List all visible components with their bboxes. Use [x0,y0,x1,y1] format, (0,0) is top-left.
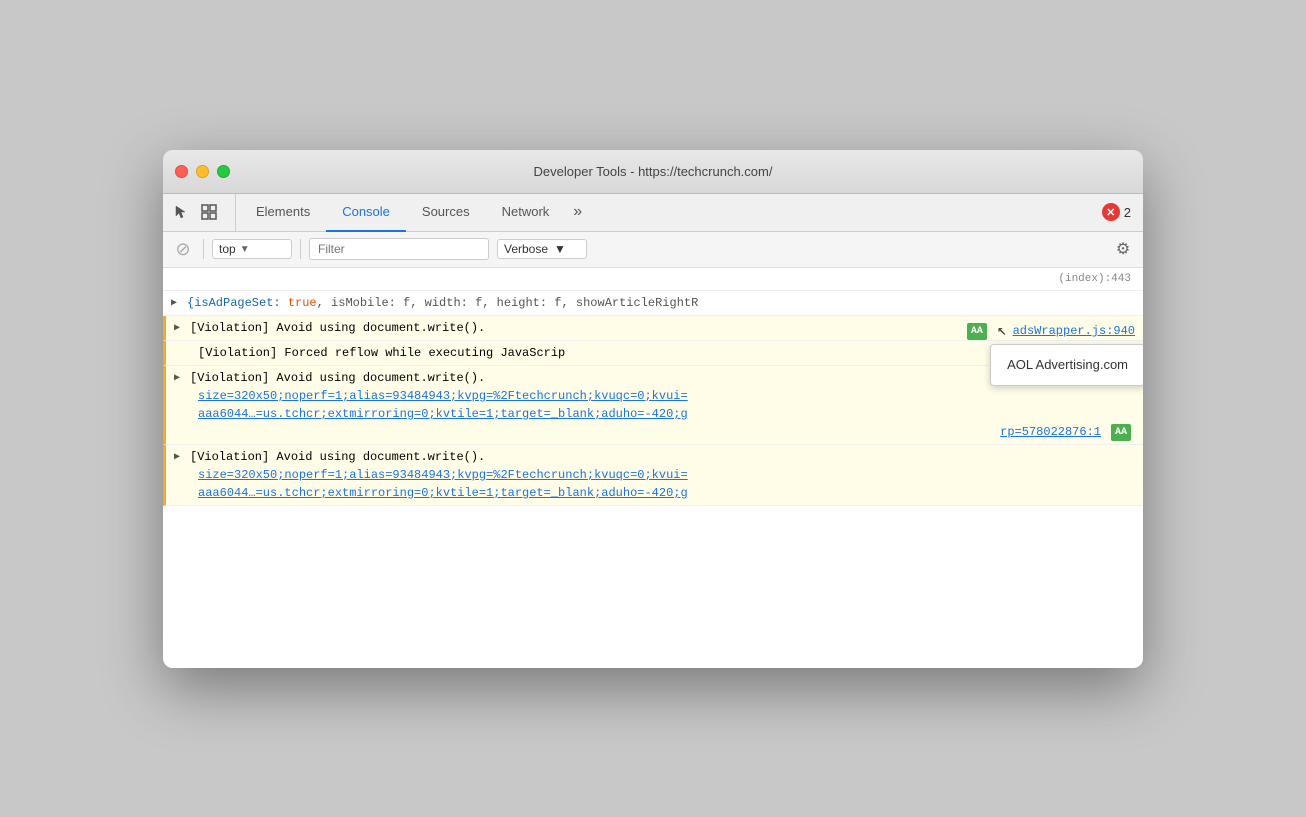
violation-line-1: ▶ [Violation] Avoid using document.write… [163,316,1143,341]
aa-badge-2: AA [1111,424,1131,441]
index-line: (index):443 [163,268,1143,292]
violation-line-4: ▶ [Violation] Avoid using document.write… [163,445,1143,506]
key-isAdPageSet: {isAdPageSet: [187,296,288,310]
error-badge: ✕ 2 [1102,203,1131,221]
maximize-button[interactable] [217,165,230,178]
violation3-url2[interactable]: aaa6044…=us.tchcr;extmirroring=0;kvtile=… [190,407,688,421]
stop-button[interactable]: ⊘ [171,237,195,261]
tooltip-container: adsWrapper.js:940 AOL Advertising.com [1013,322,1135,340]
devtools-window: Developer Tools - https://techcrunch.com… [163,150,1143,668]
context-select[interactable]: top ▼ [212,239,292,259]
toolbar-icons [171,194,236,231]
expand-arrow-1[interactable]: ▶ [171,296,177,311]
cursor-icon[interactable] [171,202,191,222]
tab-sources[interactable]: Sources [406,194,486,232]
violation-text-2: [Violation] Forced reflow while executin… [190,346,565,360]
expand-arrow-4[interactable]: ▶ [174,450,180,465]
console-toolbar: ⊘ top ▼ Verbose ▼ ⚙ [163,232,1143,268]
console-content: (index):443 ▶ {isAdPageSet: true, isMobi… [163,268,1143,668]
tabbar-right: ✕ 2 [1102,194,1143,231]
aa-badge-1: AA [967,323,987,340]
verbose-arrow-icon: ▼ [554,242,566,256]
divider [203,239,204,259]
rest-1: , isMobile: f, width: f, height: f, show… [317,296,699,310]
violation-text-4: [Violation] Avoid using document.write()… [190,450,485,464]
filter-input[interactable] [309,238,489,260]
tabbar: Elements Console Sources Network » ✕ 2 [163,194,1143,232]
tab-network[interactable]: Network [486,194,566,232]
error-count: 2 [1124,205,1131,220]
traffic-lights [175,165,230,178]
more-tabs-button[interactable]: » [565,194,590,231]
val-true: true [288,296,317,310]
settings-button[interactable]: ⚙ [1111,237,1135,261]
violation3-url1[interactable]: size=320x50;noperf=1;alias=93484943;kvpg… [190,389,688,403]
log-line-1: ▶ {isAdPageSet: true, isMobile: f, width… [163,291,1143,316]
error-icon: ✕ [1102,203,1120,221]
violation4-url1[interactable]: size=320x50;noperf=1;alias=93484943;kvpg… [190,468,688,482]
expand-arrow-3[interactable]: ▶ [174,371,180,386]
titlebar: Developer Tools - https://techcrunch.com… [163,150,1143,194]
context-arrow-icon: ▼ [240,244,250,255]
violation-text-3: [Violation] Avoid using document.write()… [190,371,485,385]
tab-console[interactable]: Console [326,194,406,232]
violation1-ref[interactable]: adsWrapper.js:940 [1013,324,1135,338]
divider2 [300,239,301,259]
violation3-ref[interactable]: rp=578022876:1 [1000,423,1101,441]
violation-text-1: [Violation] Avoid using document.write()… [190,321,485,335]
tooltip-popup: AOL Advertising.com [990,344,1143,386]
inspect-icon[interactable] [199,202,219,222]
cursor-pointer: ↖ [997,319,1007,343]
expand-arrow-2[interactable]: ▶ [174,321,180,336]
violation4-url2[interactable]: aaa6044…=us.tchcr;extmirroring=0;kvtile=… [190,486,688,500]
window-title: Developer Tools - https://techcrunch.com… [534,164,773,179]
minimize-button[interactable] [196,165,209,178]
tab-elements[interactable]: Elements [240,194,326,232]
verbose-select[interactable]: Verbose ▼ [497,239,587,259]
close-button[interactable] [175,165,188,178]
